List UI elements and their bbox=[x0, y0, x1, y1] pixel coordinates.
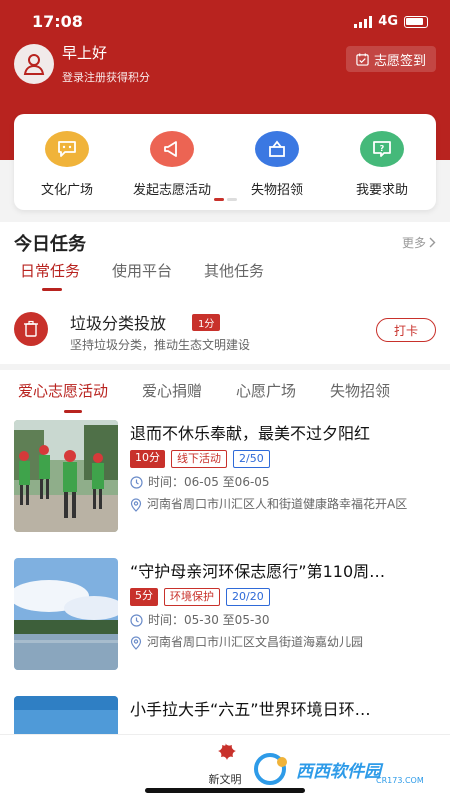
activity-image bbox=[14, 558, 118, 670]
location-pin-icon bbox=[130, 498, 142, 512]
activity-card[interactable]: 退而不休乐奉献，最美不过夕阳红 10分 线下活动 2/50 时间：06-05 至… bbox=[14, 420, 436, 532]
activity-time: 时间：06-05 至06-05 bbox=[130, 474, 270, 491]
today-tasks-section: 今日任务 更多 日常任务 使用平台 其他任务 垃圾分类投放 1分 坚持垃圾分类，… bbox=[0, 222, 450, 364]
new-civilization-icon bbox=[218, 743, 236, 760]
more-link[interactable]: 更多 bbox=[402, 234, 436, 251]
quick-action-ask-help[interactable]: ? 我要求助 bbox=[332, 131, 432, 198]
address-text: 河南省周口市川汇区人和街道健康路幸福花开A区 bbox=[147, 497, 408, 511]
activity-tags: 5分 环境保护 20/20 bbox=[130, 588, 270, 606]
activity-image bbox=[14, 420, 118, 532]
quick-action-label: 发起志愿活动 bbox=[132, 183, 211, 198]
tab-volunteer-activities[interactable]: 爱心志愿活动 bbox=[18, 380, 108, 413]
task-name: 垃圾分类投放 bbox=[70, 314, 167, 333]
checkin-label: 志愿签到 bbox=[373, 53, 426, 69]
time-text: 时间：05-30 至05-30 bbox=[148, 613, 270, 627]
task-item: 垃圾分类投放 1分 坚持垃圾分类，推动生态文明建设 打卡 bbox=[14, 310, 436, 354]
tab-daily-tasks[interactable]: 日常任务 bbox=[20, 260, 80, 291]
calendar-check-icon bbox=[356, 52, 369, 66]
battery-icon bbox=[404, 15, 428, 28]
tab-wish-square[interactable]: 心愿广场 bbox=[236, 380, 296, 401]
watermark-icon bbox=[254, 753, 287, 785]
status-time: 17:08 bbox=[32, 12, 83, 31]
address-text: 河南省周口市川汇区文昌街道海嘉幼儿园 bbox=[147, 635, 364, 649]
type-tag: 线下活动 bbox=[171, 450, 227, 468]
home-indicator[interactable] bbox=[145, 788, 305, 793]
quick-action-label: 失物招领 bbox=[250, 183, 303, 198]
activity-title: 退而不休乐奉献，最美不过夕阳红 bbox=[130, 424, 371, 443]
chevron-right-icon bbox=[429, 237, 436, 248]
location-pin-icon bbox=[130, 636, 142, 650]
activity-tabs: 爱心志愿活动 爱心捐赠 心愿广场 失物招领 bbox=[18, 380, 390, 413]
more-label: 更多 bbox=[401, 236, 426, 250]
activity-card[interactable]: 小手拉大手“六五”世界环境日环… bbox=[14, 696, 436, 734]
time-text: 时间：06-05 至06-05 bbox=[148, 475, 270, 489]
watermark-text: 西西软件园 bbox=[296, 761, 381, 782]
avatar[interactable] bbox=[14, 43, 54, 84]
activity-tags: 10分 线下活动 2/50 bbox=[130, 450, 270, 468]
trash-can-icon bbox=[14, 312, 48, 346]
box-icon bbox=[255, 131, 299, 167]
tab-use-platform[interactable]: 使用平台 bbox=[112, 260, 172, 281]
tab-lost-found[interactable]: 失物招领 bbox=[330, 380, 390, 401]
participants-tag: 20/20 bbox=[226, 588, 270, 606]
help-icon: ? bbox=[360, 131, 404, 167]
type-tag: 环境保护 bbox=[164, 588, 220, 606]
chat-bubble-icon bbox=[45, 131, 89, 167]
task-tabs: 日常任务 使用平台 其他任务 bbox=[20, 260, 264, 291]
clock-icon bbox=[130, 614, 143, 627]
tab-label: 新文明 bbox=[208, 773, 242, 786]
volunteer-checkin-button[interactable]: 志愿签到 bbox=[345, 46, 436, 72]
activity-image bbox=[14, 696, 118, 734]
quick-actions-panel: 文化广场 发起志愿活动 失物招领 ? 我要求助 bbox=[14, 114, 436, 210]
clock-icon bbox=[130, 476, 143, 489]
tab-new-civilization[interactable]: 新文明 bbox=[203, 741, 247, 787]
activity-title: “守护母亲河环保志愿行”第110周… bbox=[130, 562, 386, 581]
task-points-badge: 1分 bbox=[192, 314, 221, 331]
user-profile[interactable]: 早上好 登录注册获得积分 bbox=[14, 42, 150, 85]
task-description: 坚持垃圾分类，推动生态文明建设 bbox=[70, 338, 251, 352]
points-tag: 10分 bbox=[130, 450, 165, 468]
network-label: 4G bbox=[378, 14, 398, 29]
login-prompt[interactable]: 登录注册获得积分 bbox=[62, 69, 150, 85]
signal-icon bbox=[354, 15, 373, 28]
quick-action-lost-found[interactable]: 失物招领 bbox=[227, 131, 327, 198]
punch-in-button[interactable]: 打卡 bbox=[376, 318, 436, 342]
participants-tag: 2/50 bbox=[233, 450, 270, 468]
megaphone-icon bbox=[150, 131, 194, 167]
quick-action-launch-activity[interactable]: 发起志愿活动 bbox=[122, 131, 222, 198]
page-indicator bbox=[214, 198, 237, 201]
watermark-subtext: CR173.COM bbox=[376, 776, 424, 785]
section-title: 今日任务 bbox=[14, 234, 86, 255]
status-indicators: 4G bbox=[354, 14, 428, 29]
tab-donations[interactable]: 爱心捐赠 bbox=[142, 380, 202, 401]
quick-action-label: 文化广场 bbox=[40, 183, 93, 198]
tab-other-tasks[interactable]: 其他任务 bbox=[204, 260, 264, 281]
watermark-logo: 西西软件园 CR173.COM bbox=[252, 752, 424, 786]
activity-title: 小手拉大手“六五”世界环境日环… bbox=[130, 700, 371, 719]
activity-location: 河南省周口市川汇区文昌街道海嘉幼儿园 bbox=[130, 634, 429, 651]
activity-time: 时间：05-30 至05-30 bbox=[130, 612, 270, 629]
quick-action-label: 我要求助 bbox=[355, 183, 408, 198]
svg-text:?: ? bbox=[380, 144, 385, 153]
points-tag: 5分 bbox=[130, 588, 158, 606]
quick-action-culture-square[interactable]: 文化广场 bbox=[17, 131, 117, 198]
activity-location: 河南省周口市川汇区人和街道健康路幸福花开A区 bbox=[130, 496, 429, 513]
greeting-text: 早上好 bbox=[62, 44, 108, 62]
activities-section: 爱心志愿活动 爱心捐赠 心愿广场 失物招领 退而不休乐奉献，最美不过夕阳红 10… bbox=[0, 370, 450, 734]
activity-card[interactable]: “守护母亲河环保志愿行”第110周… 5分 环境保护 20/20 时间：05-3… bbox=[14, 558, 436, 670]
user-icon bbox=[23, 53, 45, 75]
status-bar: 17:08 4G bbox=[0, 8, 450, 36]
